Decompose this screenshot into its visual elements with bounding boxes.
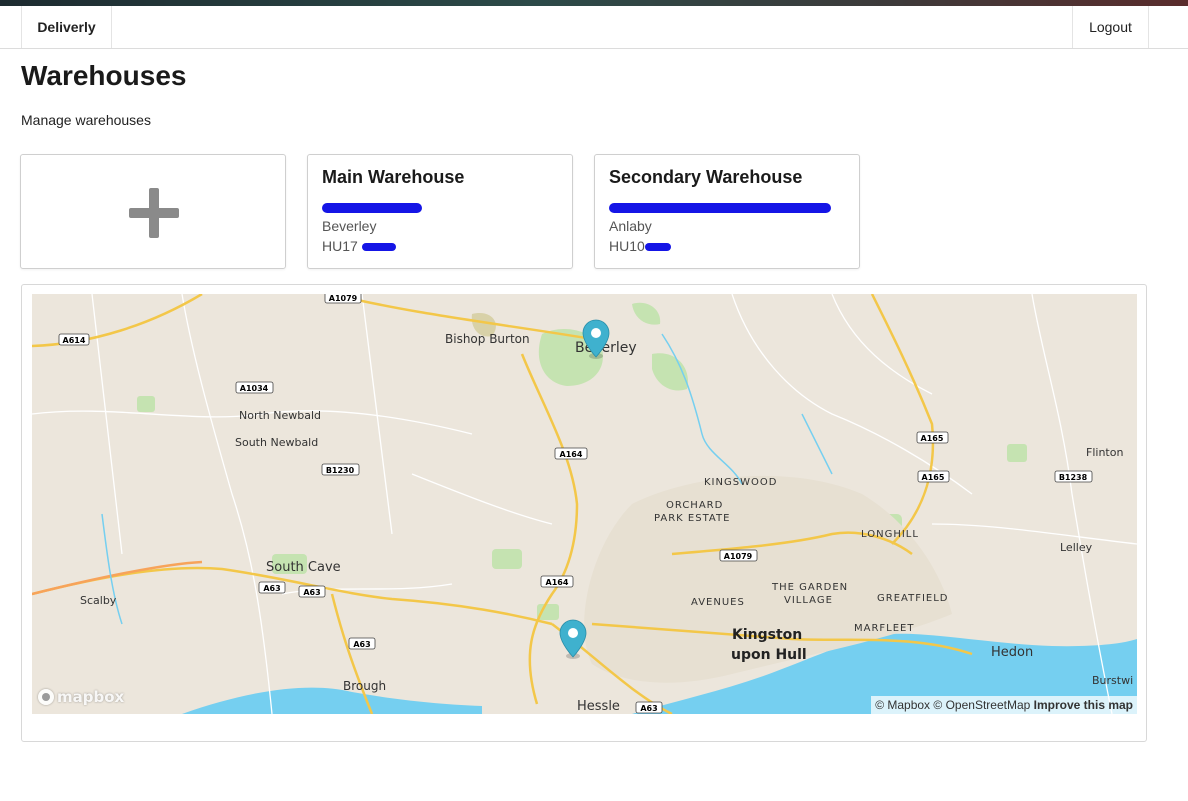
warehouse-city: Beverley [322, 218, 377, 234]
svg-text:A1079: A1079 [329, 294, 358, 303]
svg-text:A63: A63 [303, 588, 320, 597]
warehouse-name: Secondary Warehouse [609, 167, 803, 187]
svg-text:A164: A164 [546, 578, 569, 587]
map-label: Kingston [732, 627, 802, 643]
svg-text:A165: A165 [921, 434, 944, 443]
improve-map-link[interactable]: Improve this map [1034, 698, 1133, 712]
map-label: GREATFIELD [877, 593, 948, 604]
map-label: Flinton [1086, 446, 1123, 459]
svg-text:A165: A165 [922, 473, 945, 482]
map-label: AVENUES [691, 597, 745, 608]
map-label: THE GARDEN [771, 582, 848, 593]
map-label: LONGHILL [861, 529, 919, 540]
svg-text:A1079: A1079 [724, 552, 753, 561]
warehouse-postcode: HU17 [322, 238, 396, 254]
map-label: PARK ESTATE [654, 513, 730, 524]
warehouse-name: Main Warehouse [322, 167, 465, 187]
map-label: Burstwi [1092, 674, 1133, 687]
road-shield: B1230 [321, 463, 360, 476]
road-shield: A63 [635, 701, 663, 714]
svg-text:A1034: A1034 [240, 384, 269, 393]
warehouse-map[interactable]: Bishop Burton Beverley North Newbald Sou… [32, 294, 1137, 714]
map-label: North Newbald [239, 409, 321, 422]
redacted-street [609, 199, 831, 213]
mapbox-logo-icon [38, 689, 54, 705]
attribution-mapbox-link[interactable]: © Mapbox [875, 698, 930, 712]
mapbox-logo-text: mapbox [57, 688, 125, 706]
road-shield: A164 [540, 575, 574, 588]
road-shield: A1079 [324, 294, 362, 304]
road-shield: A165 [916, 431, 949, 444]
map-label: VILLAGE [784, 595, 833, 606]
navbar: Deliverly Logout [0, 6, 1188, 49]
warehouse-card[interactable]: Secondary Warehouse Anlaby HU10 [594, 154, 860, 269]
road-shield: A614 [58, 333, 90, 346]
map-label: Scalby [80, 594, 117, 607]
svg-text:A63: A63 [353, 640, 370, 649]
page-subtitle: Manage warehouses [21, 112, 151, 128]
road-shield: A63 [258, 581, 286, 594]
map-panel: Bishop Burton Beverley North Newbald Sou… [21, 284, 1147, 742]
warehouse-marker-beverley[interactable] [582, 319, 610, 359]
postcode-prefix: HU10 [609, 238, 645, 254]
add-warehouse-card[interactable] [20, 154, 286, 269]
svg-text:B1238: B1238 [1059, 473, 1088, 482]
plus-icon [129, 188, 179, 238]
map-label: South Newbald [235, 436, 318, 449]
road-shield: A63 [348, 637, 376, 650]
map-label: Lelley [1060, 541, 1093, 554]
road-shield: A63 [298, 585, 326, 598]
page-title: Warehouses [21, 60, 187, 91]
map-label: South Cave [266, 560, 341, 575]
svg-text:A164: A164 [560, 450, 583, 459]
road-shield: A165 [917, 470, 950, 483]
map-label: Hessle [577, 699, 620, 714]
map-attribution: © Mapbox © OpenStreetMap Improve this ma… [871, 696, 1137, 714]
warehouse-city: Anlaby [609, 218, 652, 234]
svg-text:A614: A614 [63, 336, 86, 345]
warehouse-postcode: HU10 [609, 238, 671, 254]
road-shield: A164 [554, 447, 588, 460]
svg-text:A63: A63 [263, 584, 280, 593]
map-label: Brough [343, 679, 386, 693]
map-label: Hedon [991, 645, 1033, 660]
map-label: KINGSWOOD [704, 477, 777, 488]
map-label: upon Hull [731, 647, 807, 663]
road-shield: B1238 [1054, 470, 1093, 483]
redacted-street [322, 199, 422, 213]
attribution-osm-link[interactable]: © OpenStreetMap [933, 698, 1030, 712]
brand-link[interactable]: Deliverly [21, 6, 112, 48]
warehouse-card[interactable]: Main Warehouse Beverley HU17 [307, 154, 573, 269]
map-label: ORCHARD [666, 500, 723, 511]
svg-text:A63: A63 [640, 704, 657, 713]
mapbox-logo[interactable]: mapbox [38, 688, 124, 706]
logout-link[interactable]: Logout [1072, 6, 1149, 48]
svg-text:B1230: B1230 [326, 466, 355, 475]
road-shield: A1034 [235, 381, 274, 394]
map-label: MARFLEET [854, 623, 915, 634]
road-shield: A1079 [719, 549, 758, 562]
postcode-prefix: HU17 [322, 238, 358, 254]
map-label: Bishop Burton [445, 332, 530, 346]
warehouse-marker-anlaby[interactable] [559, 619, 587, 659]
